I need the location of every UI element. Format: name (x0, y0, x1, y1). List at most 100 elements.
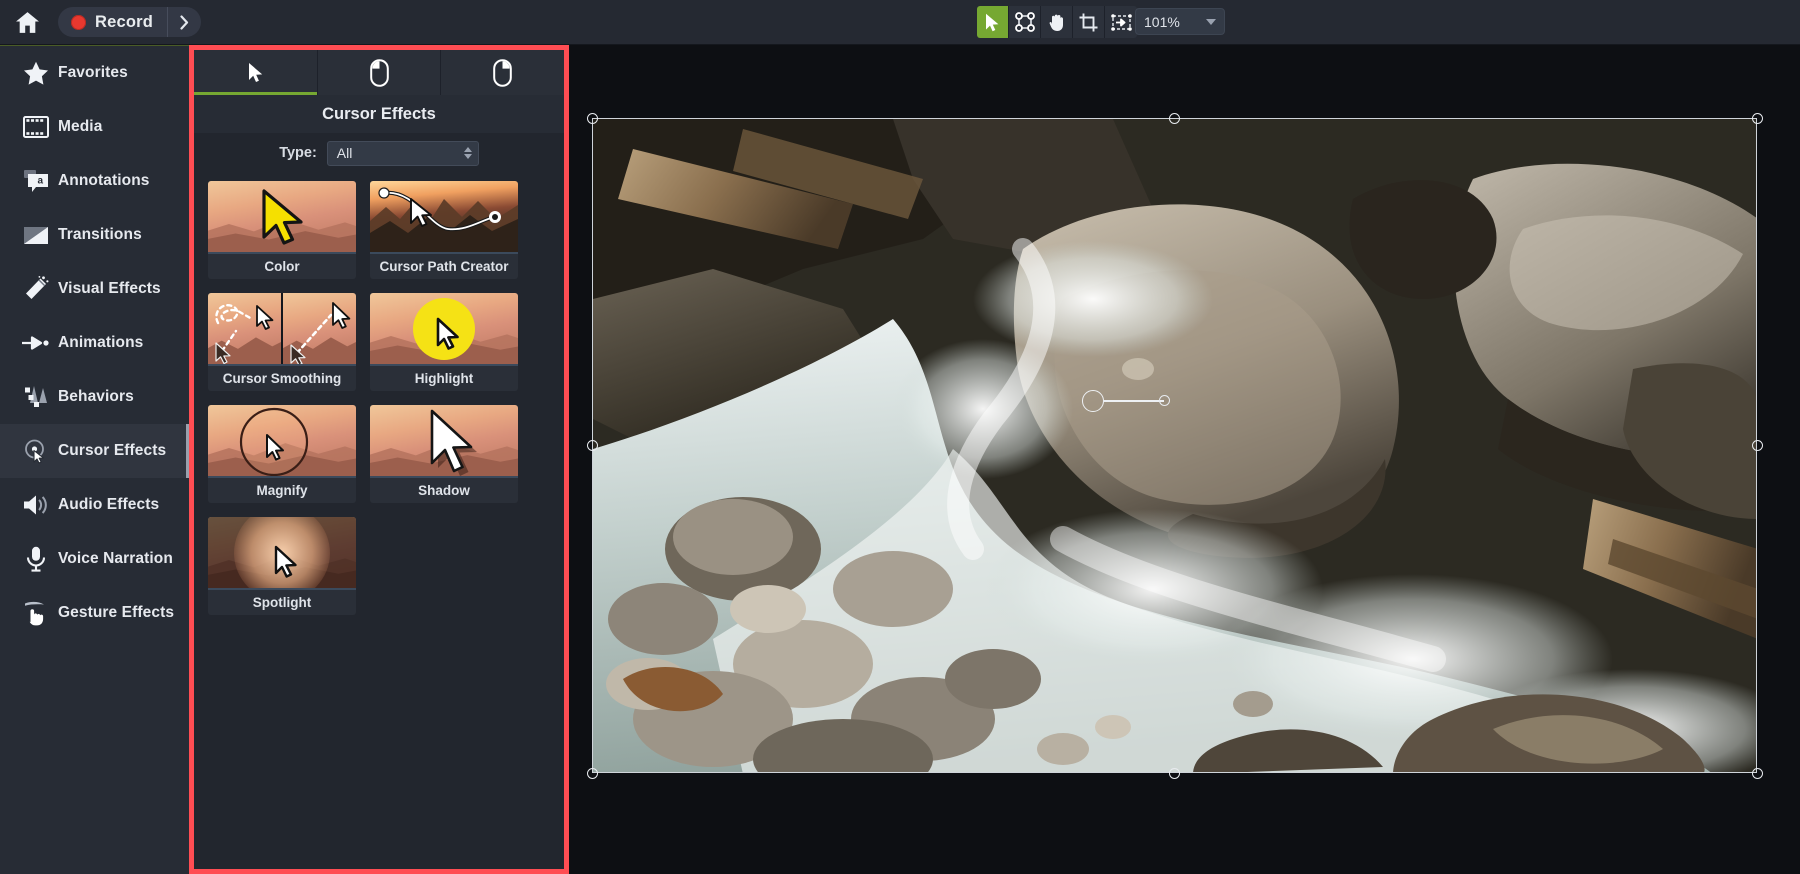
effect-card-shadow[interactable]: Shadow (370, 405, 518, 503)
crop-icon (1079, 13, 1098, 31)
cursor-effects-panel: Cursor Effects Type: All Color Cursor Pa… (189, 45, 569, 874)
cursor-shadow-thumb (370, 405, 518, 478)
sidebar-item-label: Media (58, 118, 103, 135)
resize-handle-bottom-right[interactable] (1752, 768, 1763, 779)
sidebar-item-label: Audio Effects (58, 496, 160, 513)
preview-canvas[interactable] (569, 45, 1800, 874)
type-filter-row: Type: All (194, 133, 564, 173)
sidebar-item-label: Gesture Effects (58, 604, 175, 621)
crop-tool-button[interactable] (1073, 6, 1105, 38)
record-dot-icon (71, 14, 86, 30)
tab-left-click[interactable] (318, 50, 442, 95)
resize-handle-middle-right[interactable] (1752, 440, 1763, 451)
top-toolbar: Record 101% (0, 0, 1800, 45)
rotation-handle[interactable] (1082, 390, 1104, 412)
sidebar-item-label: Voice Narration (58, 550, 173, 567)
speaker-icon (14, 493, 58, 517)
sidebar-item-audio-effects[interactable]: Audio Effects (0, 478, 189, 532)
sidebar-item-behaviors[interactable]: Behaviors (0, 370, 189, 424)
mouse-left-click-icon (369, 58, 389, 87)
resize-handle-top-center[interactable] (1169, 113, 1180, 124)
type-filter-label: Type: (279, 145, 317, 161)
sidebar-item-transitions[interactable]: Transitions (0, 208, 189, 262)
video-media-rocky-stream[interactable] (592, 118, 1757, 773)
effect-label: Cursor Path Creator (370, 254, 518, 279)
type-filter-dropdown[interactable]: All (326, 140, 479, 166)
cursor-arrow-icon (248, 63, 263, 82)
chevron-down-icon (1206, 18, 1216, 25)
canvas-tools-group (977, 6, 1137, 38)
home-icon (15, 11, 39, 33)
record-button[interactable]: Record (58, 7, 167, 37)
sidebar-item-voice-narration[interactable]: Voice Narration (0, 532, 189, 586)
tab-cursor[interactable] (194, 50, 318, 95)
resize-handle-bottom-left[interactable] (587, 768, 598, 779)
effects-grid: Color Cursor Path Creator Cursor Smoothi… (194, 173, 564, 615)
panel-tab-bar (194, 50, 564, 95)
zoom-level-dropdown[interactable]: 101% (1135, 8, 1225, 35)
effect-label: Shadow (370, 478, 518, 503)
sidebar-item-label: Behaviors (58, 388, 134, 405)
record-group: Record (58, 7, 202, 37)
effect-label: Spotlight (208, 590, 356, 615)
effect-card-cursor-path-creator[interactable]: Cursor Path Creator (370, 181, 518, 279)
sidebar-item-label: Visual Effects (58, 280, 161, 297)
sidebar-item-favorites[interactable]: Favorites (0, 46, 189, 100)
record-options-button[interactable] (167, 7, 201, 37)
star-icon (14, 61, 58, 86)
select-tool-button[interactable] (977, 6, 1009, 38)
rotation-handle-endpoint[interactable] (1159, 395, 1170, 406)
behaviors-icon (14, 385, 58, 409)
tools-sidebar: Favorites Media a Annotations Transition… (0, 45, 189, 874)
anchor-points-icon (1014, 12, 1035, 32)
cursor-target-icon (14, 438, 58, 464)
edit-points-tool-button[interactable] (1009, 6, 1041, 38)
sidebar-item-cursor-effects[interactable]: Cursor Effects (0, 424, 189, 478)
spinner-updown-icon (463, 147, 472, 159)
sidebar-item-label: Transitions (58, 226, 142, 243)
hand-icon (1049, 14, 1063, 31)
sidebar-item-visual-effects[interactable]: Visual Effects (0, 262, 189, 316)
record-button-label: Record (95, 12, 154, 31)
effect-label: Color (208, 254, 356, 279)
resize-handle-bottom-center[interactable] (1169, 768, 1180, 779)
sidebar-item-gesture-effects[interactable]: Gesture Effects (0, 586, 189, 640)
sidebar-item-label: Cursor Effects (58, 442, 167, 459)
spotlight-glow-thumb (208, 517, 356, 590)
yellow-circle-thumb (370, 293, 518, 366)
cursor-arrow-icon (985, 13, 998, 31)
sidebar-item-media[interactable]: Media (0, 100, 189, 154)
arrow-keyframe-icon (14, 335, 58, 351)
resize-handle-top-left[interactable] (587, 113, 598, 124)
magic-wand-icon (14, 276, 58, 302)
type-filter-value: All (336, 145, 353, 161)
magnify-ring-thumb (208, 405, 356, 478)
camtasia-editor-window: Record 101% Favorites Media a Annotation… (0, 0, 1800, 874)
effect-card-magnify[interactable]: Magnify (208, 405, 356, 503)
filmstrip-icon (14, 116, 58, 138)
effect-card-color[interactable]: Color (208, 181, 356, 279)
hand-tool-button[interactable] (1041, 6, 1073, 38)
move-frame-tool-button[interactable] (1105, 6, 1137, 38)
svg-text:a: a (38, 176, 44, 187)
effect-card-cursor-smoothing[interactable]: Cursor Smoothing (208, 293, 356, 391)
gradient-box-icon (14, 226, 58, 245)
effect-card-highlight[interactable]: Highlight (370, 293, 518, 391)
effect-card-spotlight[interactable]: Spotlight (208, 517, 356, 615)
resize-handle-top-right[interactable] (1752, 113, 1763, 124)
callout-a-icon: a (14, 169, 58, 193)
sidebar-item-animations[interactable]: Animations (0, 316, 189, 370)
home-button[interactable] (0, 0, 54, 45)
move-frame-icon (1110, 13, 1132, 31)
sidebar-item-annotations[interactable]: a Annotations (0, 154, 189, 208)
hand-tap-icon (14, 600, 58, 626)
resize-handle-middle-left[interactable] (587, 440, 598, 451)
microphone-icon (14, 546, 58, 572)
tab-right-click[interactable] (441, 50, 564, 95)
smoothing-split-thumb (208, 293, 356, 366)
effect-label: Magnify (208, 478, 356, 503)
path-bezier-thumb (370, 181, 518, 254)
effect-label: Cursor Smoothing (208, 366, 356, 391)
sidebar-item-label: Annotations (58, 172, 150, 189)
sidebar-item-label: Favorites (58, 64, 128, 81)
